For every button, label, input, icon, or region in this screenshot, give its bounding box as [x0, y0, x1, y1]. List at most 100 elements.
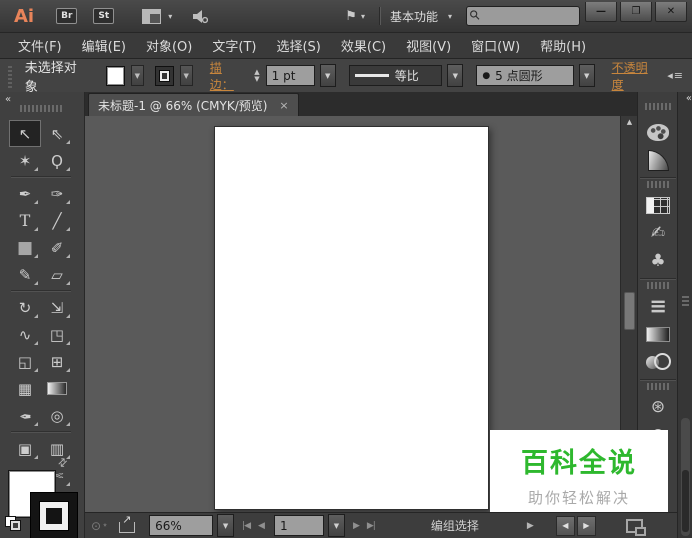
zoom-dropdown-icon[interactable]: ▼ [217, 514, 234, 537]
magic-wand-tool[interactable]: ✶ [9, 147, 41, 174]
last-artboard-button[interactable]: ▶| [363, 521, 379, 531]
blend-tool[interactable]: ◎ [41, 402, 73, 429]
line-segment-tool[interactable]: ╱ [41, 207, 73, 234]
collapse-tools-icon[interactable]: « [5, 95, 10, 105]
direct-selection-tool[interactable]: ⇖ [41, 120, 73, 147]
device-preview-icon[interactable]: ⊙﹡ [91, 517, 109, 534]
menu-object[interactable]: 对象(O) [136, 36, 202, 55]
maximize-button[interactable]: ❐ [620, 2, 652, 22]
gradient-panel[interactable] [638, 320, 678, 348]
brush-select[interactable]: ● 5 点圆形 [476, 65, 573, 86]
document-tab[interactable]: 未标题-1 @ 66% (CMYK/预览) × [88, 93, 299, 116]
free-transform-tool[interactable]: ◳ [41, 321, 73, 348]
swap-fill-stroke-icon[interactable]: ⇄ [55, 455, 71, 471]
eraser-tool[interactable]: ▱ [41, 261, 73, 288]
vertical-scrollbar-thumb[interactable] [624, 292, 635, 330]
control-bar-grip[interactable] [8, 64, 12, 88]
minimize-button[interactable]: — [585, 2, 617, 22]
menu-view[interactable]: 视图(V) [396, 36, 461, 55]
menu-type[interactable]: 文字(T) [202, 36, 266, 55]
scroll-up-icon[interactable]: ▲ [621, 118, 638, 126]
menu-edit[interactable]: 编辑(E) [72, 36, 136, 55]
menu-window[interactable]: 窗口(W) [461, 36, 530, 55]
zoom-level-select[interactable]: 66% [149, 515, 213, 536]
dock-group-grip[interactable] [647, 282, 669, 289]
next-artboard-button[interactable]: ▶ [349, 521, 363, 531]
panel-scrollbar-thumb[interactable] [682, 470, 689, 532]
stroke-panel-link[interactable]: 描边： [210, 59, 243, 93]
notifications-caret-icon[interactable]: ▾ [361, 12, 365, 21]
search-box[interactable]: ⚲ [466, 6, 580, 26]
default-fill-stroke-icon[interactable] [5, 516, 21, 530]
arrange-documents-icon[interactable] [142, 9, 161, 24]
perspective-grid-tool[interactable]: ⊞ [41, 348, 73, 375]
notifications-icon[interactable]: ⚑ [345, 9, 357, 24]
arrange-documents-caret-icon[interactable]: ▾ [168, 12, 172, 21]
gradient-fan-panel[interactable] [638, 146, 678, 174]
collapse-dock-icon[interactable]: « [686, 94, 691, 104]
tools-panel-grip[interactable] [20, 105, 64, 112]
close-button[interactable]: ✕ [655, 2, 687, 22]
first-artboard-button[interactable]: |◀ [238, 521, 254, 531]
control-panel-menu-icon[interactable]: ◂≡ [667, 69, 684, 82]
search-input[interactable] [484, 9, 575, 24]
artboard-dropdown-icon[interactable]: ▼ [328, 514, 345, 537]
cc-panel[interactable]: ⊛ [638, 393, 678, 421]
artboard[interactable] [214, 126, 489, 510]
stroke-width-input[interactable]: 1 pt [266, 65, 315, 86]
tab-close-icon[interactable]: × [279, 99, 288, 112]
bridge-button[interactable]: Br [56, 8, 77, 24]
stock-button[interactable]: St [93, 8, 114, 24]
brushes-panel[interactable]: ✍ [638, 219, 678, 247]
stroke-color-swatch[interactable] [155, 66, 174, 86]
dock-grip[interactable] [645, 103, 671, 110]
mesh-tool[interactable]: ▦ [9, 375, 41, 402]
rectangle-tool[interactable]: ■ [9, 234, 41, 261]
color-panel[interactable] [638, 118, 678, 146]
pen-tool[interactable]: ✒ [9, 180, 41, 207]
stroke-profile-dropdown-icon[interactable]: ▼ [447, 64, 463, 87]
menu-effect[interactable]: 效果(C) [331, 36, 396, 55]
prev-artboard-button[interactable]: ◀ [254, 521, 268, 531]
strip-grip[interactable] [682, 295, 689, 306]
gradient-tool[interactable] [41, 375, 73, 402]
paintbrush-tool[interactable]: ✐ [41, 234, 73, 261]
fill-color-dropdown-icon[interactable]: ▼ [131, 65, 144, 86]
shape-builder-tool[interactable]: ◱ [9, 348, 41, 375]
panel-scrollbar-track[interactable] [681, 418, 690, 536]
status-flyout-icon[interactable]: ▶ [527, 521, 534, 531]
dock-group-grip[interactable] [647, 383, 669, 390]
workspace-switcher[interactable]: 基本功能 ▾ [390, 8, 456, 25]
width-tool[interactable]: ∿ [9, 321, 41, 348]
menu-file[interactable]: 文件(F) [8, 36, 72, 55]
menu-select[interactable]: 选择(S) [266, 36, 330, 55]
stroke-panel[interactable]: ≡ [638, 292, 678, 320]
scale-tool[interactable]: ⇲ [41, 294, 73, 321]
selection-tool[interactable]: ↖ [9, 120, 41, 147]
stroke-indicator-swatch[interactable] [30, 492, 78, 538]
swatches-panel[interactable] [638, 191, 678, 219]
artboard-number-input[interactable]: 1 [274, 515, 324, 536]
rotate-tool[interactable]: ↻ [9, 294, 41, 321]
transparency-panel[interactable] [638, 348, 678, 376]
sync-settings-icon[interactable] [192, 9, 208, 24]
eyedropper-tool[interactable]: ✒ [9, 402, 41, 429]
brush-dropdown-icon[interactable]: ▼ [579, 64, 595, 87]
lasso-tool[interactable]: Ϙ [41, 147, 73, 174]
fill-color-swatch[interactable] [106, 66, 125, 86]
menu-help[interactable]: 帮助(H) [530, 36, 596, 55]
scroll-left-button[interactable]: ◀ [556, 516, 575, 536]
stroke-width-stepper[interactable]: ▲ ▼ [254, 69, 259, 83]
scroll-right-button[interactable]: ▶ [577, 516, 596, 536]
stroke-width-dropdown-icon[interactable]: ▼ [320, 64, 336, 87]
stroke-color-dropdown-icon[interactable]: ▼ [180, 65, 193, 86]
pencil-tool[interactable]: ✎ [9, 261, 41, 288]
opacity-panel-link[interactable]: 不透明度 [612, 59, 657, 93]
symbols-panel[interactable]: ♣ [638, 247, 678, 275]
type-tool[interactable]: T [9, 207, 41, 234]
share-icon[interactable] [119, 522, 135, 533]
curvature-pen-tool[interactable]: ✑ [41, 180, 73, 207]
stepper-down-icon[interactable]: ▼ [254, 76, 259, 83]
dock-group-grip[interactable] [647, 181, 669, 188]
stroke-profile-select[interactable]: 等比 [349, 65, 443, 86]
